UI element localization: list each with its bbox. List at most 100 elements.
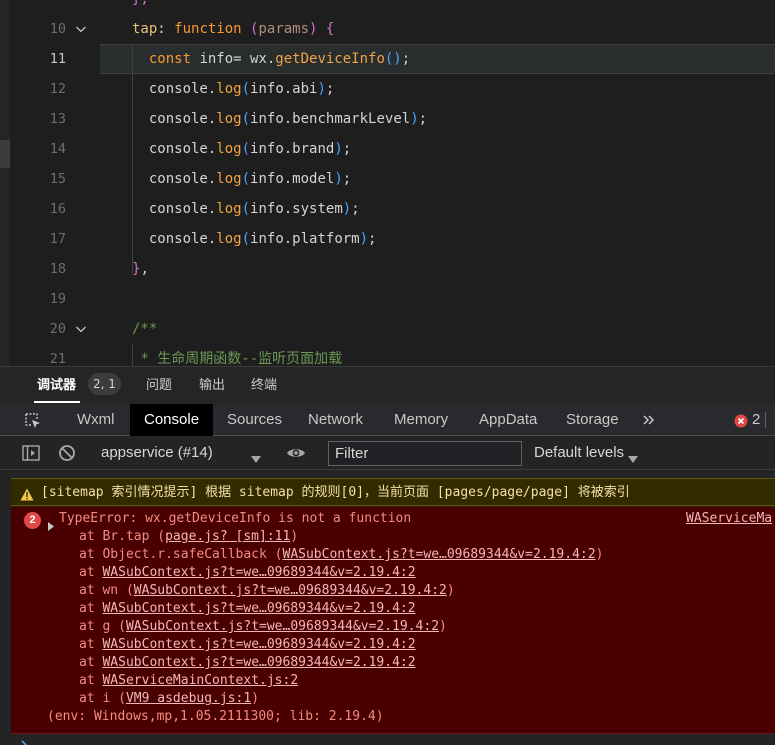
code-line[interactable]: 21 * 生命周期函数--监听页面加载	[0, 344, 775, 366]
error-source-link[interactable]: WAServiceMa	[686, 510, 772, 528]
inspect-element-icon[interactable]	[24, 412, 42, 430]
context-selector[interactable]: appservice (#14)	[95, 440, 267, 466]
indent-guide	[132, 344, 133, 366]
code-token: log	[216, 201, 242, 217]
line-number: 10	[49, 21, 66, 37]
stack-frame: at WASubContext.js?t=we…09689344&v=2.19.…	[79, 636, 416, 654]
code-token: )	[342, 201, 352, 217]
frame-prefix: at	[79, 601, 103, 616]
frame-source-link[interactable]: WASubContext.js?t=we…09689344&v=2.19.4:2	[134, 583, 447, 598]
code-token: info.brand	[250, 141, 335, 157]
console-output[interactable]: [sitemap 索引情况提示] 根据 sitemap 的规则[0]，当前页面 …	[0, 470, 775, 745]
line-number: 12	[49, 81, 66, 97]
code-line[interactable]: },	[0, 0, 775, 14]
error-repeat-badge: 2	[24, 512, 41, 529]
active-tab-underline	[34, 401, 80, 403]
line-number: 20	[49, 321, 66, 337]
code-token: console.	[132, 81, 217, 97]
stack-frame: at WASubContext.js?t=we…09689344&v=2.19.…	[79, 654, 416, 672]
warning-message: [sitemap 索引情况提示] 根据 sitemap 的规则[0]，当前页面 …	[11, 478, 775, 506]
frame-source-link[interactable]: WASubContext.js?t=we…09689344&v=2.19.4:2	[102, 601, 415, 616]
code-text: console.log(info.model);	[132, 164, 351, 194]
console-prompt[interactable]	[0, 735, 775, 745]
eye-icon[interactable]	[286, 445, 306, 461]
code-line[interactable]: 15 console.log(info.model);	[0, 164, 775, 194]
code-editor[interactable]: },10tap: function (params) {11 const inf…	[0, 0, 775, 366]
frame-source-link[interactable]: page.js? [sm]:11	[165, 529, 290, 544]
code-line[interactable]: 13 console.log(info.benchmarkLevel);	[0, 104, 775, 134]
tab-memory[interactable]: Memory	[386, 404, 456, 436]
frame-prefix: at	[79, 673, 103, 688]
tab-debugger[interactable]: 调试器	[37, 367, 76, 405]
code-token: (	[241, 81, 251, 97]
divider	[765, 412, 766, 428]
code-line[interactable]: 12 console.log(info.abi);	[0, 74, 775, 104]
more-tabs-icon[interactable]	[641, 412, 657, 428]
code-token: params	[258, 21, 310, 37]
frame-source-link[interactable]: WASubContext.js?t=we…09689344&v=2.19.4:2	[102, 637, 415, 652]
stack-frame: at Object.r.safeCallback (WASubContext.j…	[79, 546, 603, 564]
fold-chevron-icon[interactable]	[75, 323, 87, 335]
tab-console[interactable]: Console	[130, 404, 214, 436]
code-text: * 生命周期函数--监听页面加载	[132, 344, 342, 366]
code-line[interactable]: 19	[0, 284, 775, 314]
code-token: console.	[132, 111, 217, 127]
tab-network[interactable]: Network	[300, 404, 371, 436]
filter-input[interactable]	[328, 441, 522, 466]
frame-prefix: at	[79, 637, 103, 652]
tab-issues[interactable]: 问题	[146, 367, 172, 405]
console-toolbar: appservice (#14) Default levels	[0, 436, 775, 470]
code-token: :	[157, 21, 175, 37]
code-line[interactable]: 10 tap: function (params) {	[0, 14, 775, 44]
code-line[interactable]: 11 const info= wx.getDeviceInfo();	[0, 44, 775, 74]
frame-source-link[interactable]: WAServiceMainContext.js:2	[102, 673, 298, 688]
code-line[interactable]: 14 console.log(info.brand);	[0, 134, 775, 164]
frame-source-link[interactable]: WASubContext.js?t=we…09689344&v=2.19.4:2	[102, 655, 415, 670]
line-number: 17	[49, 231, 66, 247]
frame-prefix: at	[79, 565, 103, 580]
frame-prefix: at	[79, 655, 103, 670]
stack-frame: at WAServiceMainContext.js:2	[79, 672, 298, 690]
tab-appdata[interactable]: AppData	[471, 404, 545, 436]
stack-frame: at WASubContext.js?t=we…09689344&v=2.19.…	[79, 564, 416, 582]
code-token: )	[317, 81, 326, 97]
code-line[interactable]: 18},	[0, 254, 775, 284]
error-count[interactable]: 2	[752, 404, 760, 436]
tab-storage[interactable]: Storage	[558, 404, 627, 436]
frame-source-link[interactable]: WASubContext.js?t=we…09689344&v=2.19.4:2	[283, 547, 596, 562]
code-text: console.log(info.system);	[132, 194, 360, 224]
frame-prefix: at g (	[79, 619, 126, 634]
code-token: ;	[401, 51, 411, 67]
debugger-count-badge: 2, 1	[88, 373, 121, 395]
frame-prefix: at Object.r.safeCallback (	[79, 547, 283, 562]
chevron-down-icon	[251, 449, 261, 463]
code-line[interactable]: 20 /**	[0, 314, 775, 344]
fold-chevron-icon[interactable]	[75, 23, 87, 35]
code-token: )	[359, 231, 369, 247]
code-text: console.log(info.abi);	[132, 74, 335, 104]
frame-suffix: )	[446, 583, 455, 598]
tab-sources[interactable]: Sources	[219, 404, 290, 436]
code-token: (	[241, 171, 251, 187]
code-token: info.model	[250, 171, 335, 187]
line-number: 21	[49, 351, 66, 366]
tab-wxml[interactable]: Wxml	[69, 404, 123, 436]
sidebar-toggle-icon[interactable]	[22, 445, 40, 461]
code-token: getDeviceInfo	[275, 51, 385, 67]
frame-source-link[interactable]: WASubContext.js?t=we…09689344&v=2.19.4:2	[126, 619, 439, 634]
expand-triangle-icon[interactable]	[47, 516, 55, 531]
error-circle-icon[interactable]	[734, 413, 748, 428]
tab-output[interactable]: 输出	[199, 367, 225, 405]
code-token: log	[216, 141, 242, 157]
frame-source-link[interactable]: WASubContext.js?t=we…09689344&v=2.19.4:2	[102, 565, 415, 580]
log-levels-label: Default levels	[534, 444, 625, 461]
stack-frame: at WASubContext.js?t=we…09689344&v=2.19.…	[79, 600, 416, 618]
code-token: (	[241, 141, 251, 157]
tab-terminal[interactable]: 终端	[251, 367, 277, 405]
code-line[interactable]: 17 console.log(info.platform);	[0, 224, 775, 254]
frame-source-link[interactable]: VM9 asdebug.js:1	[126, 691, 251, 706]
log-levels-selector[interactable]: Default levels	[534, 440, 644, 466]
clear-console-icon[interactable]	[58, 444, 76, 462]
code-line[interactable]: 16 console.log(info.system);	[0, 194, 775, 224]
